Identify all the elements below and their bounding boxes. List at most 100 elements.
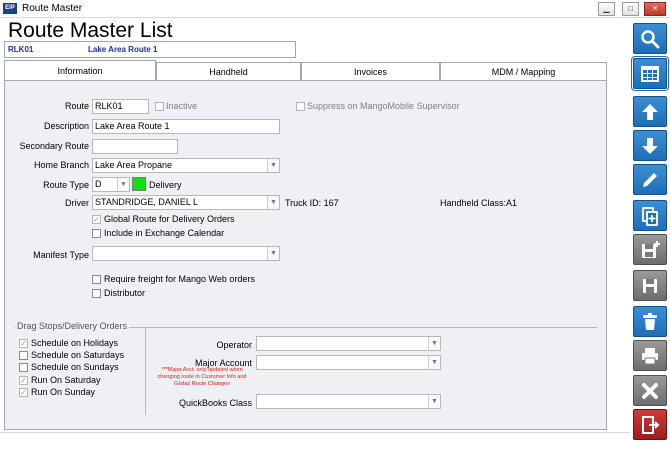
print-button[interactable]: [633, 340, 667, 371]
header-route-name: Lake Area Route 1: [88, 45, 158, 54]
global-route-label: Global Route for Delivery Orders: [104, 214, 235, 224]
home-branch-select[interactable]: Lake Area Propane ▼: [92, 158, 280, 173]
home-branch-value: Lake Area Propane: [95, 160, 173, 170]
tab-bar: Information Handheld Invoices MDM / Mapp…: [4, 60, 607, 80]
close-icon: ✕: [651, 4, 659, 13]
chevron-down-icon[interactable]: ▼: [428, 356, 440, 369]
x-icon: [642, 382, 658, 399]
description-input[interactable]: Lake Area Route 1: [92, 119, 280, 134]
tab-information[interactable]: Information: [4, 60, 156, 80]
save-new-button[interactable]: [633, 234, 667, 265]
maximize-icon: □: [628, 4, 633, 13]
quickbooks-class-select[interactable]: ▼: [256, 394, 441, 409]
suppress-label: Suppress on MangoMobile Supervisor: [307, 101, 460, 111]
run-sunday-label: Run On Sunday: [31, 387, 96, 397]
grid-icon: [641, 65, 659, 82]
chevron-down-icon[interactable]: ▼: [428, 337, 440, 350]
action-toolbar: [630, 20, 670, 449]
window-title: Route Master: [22, 3, 83, 14]
quickbooks-class-label: QuickBooks Class: [178, 398, 252, 408]
group-vertical-divider: [145, 327, 146, 415]
driver-value: STANDRIDGE, DANIEL L: [95, 197, 199, 207]
status-bar: [0, 432, 630, 449]
exchange-calendar-checkbox[interactable]: [92, 229, 101, 238]
route-type-select[interactable]: D ▼: [92, 177, 130, 192]
schedule-saturdays-checkbox[interactable]: [19, 351, 28, 360]
previous-button[interactable]: [633, 96, 667, 127]
chevron-down-icon[interactable]: ▼: [267, 159, 279, 172]
search-icon: [641, 29, 660, 48]
manifest-type-label: Manifest Type: [33, 250, 89, 260]
search-button[interactable]: [633, 23, 667, 54]
save-button[interactable]: [633, 270, 667, 301]
copy-button[interactable]: [633, 200, 667, 231]
app-logo-icon: EIP: [3, 3, 17, 14]
inactive-checkbox[interactable]: [155, 102, 164, 111]
minimize-button[interactable]: ▁: [598, 2, 615, 16]
tab-handheld[interactable]: Handheld: [156, 62, 301, 80]
route-label: Route: [64, 101, 89, 111]
distributor-checkbox[interactable]: [92, 289, 101, 298]
copy-icon: [642, 206, 658, 226]
maximize-button[interactable]: □: [622, 2, 639, 16]
exit-icon: [642, 415, 660, 434]
truck-id: Truck ID: 167: [285, 198, 339, 208]
chevron-down-icon[interactable]: ▼: [267, 247, 279, 260]
inactive-label: Inactive: [166, 101, 198, 111]
driver-select[interactable]: STANDRIDGE, DANIEL L ▼: [92, 195, 280, 210]
save-new-icon: [642, 240, 660, 258]
distributor-label: Distributor: [104, 288, 146, 298]
handheld-class: Handheld Class:A1: [440, 198, 518, 208]
arrow-down-icon: [642, 137, 658, 154]
home-branch-label: Home Branch: [33, 160, 89, 170]
drag-stops-title: Drag Stops/Delivery Orders: [15, 321, 130, 331]
schedule-holidays-label: Schedule on Holidays: [31, 338, 119, 348]
minimize-icon: ▁: [603, 4, 610, 13]
grid-view-button[interactable]: [633, 58, 667, 89]
manifest-type-select[interactable]: ▼: [92, 246, 280, 261]
edit-button[interactable]: [633, 164, 667, 195]
close-window-button[interactable]: ✕: [644, 2, 666, 16]
chevron-down-icon[interactable]: ▼: [117, 178, 129, 191]
page-title: Route Master List: [8, 19, 173, 42]
description-label: Description: [43, 121, 89, 131]
printer-icon: [642, 347, 658, 364]
route-type-description: Delivery: [149, 180, 182, 190]
next-button[interactable]: [633, 130, 667, 161]
chevron-down-icon[interactable]: ▼: [428, 395, 440, 408]
require-freight-checkbox[interactable]: [92, 275, 101, 284]
route-type-color-swatch: [132, 177, 146, 191]
route-type-value: D: [95, 179, 102, 189]
global-route-checkbox[interactable]: ✓: [92, 215, 101, 224]
header-route-code: RLK01: [8, 45, 34, 54]
pencil-icon: [643, 172, 657, 187]
schedule-sundays-checkbox[interactable]: [19, 363, 28, 372]
major-account-select[interactable]: ▼: [256, 355, 441, 370]
tab-invoices[interactable]: Invoices: [301, 62, 440, 80]
suppress-checkbox[interactable]: [296, 102, 305, 111]
operator-label: Operator: [216, 340, 252, 350]
operator-select[interactable]: ▼: [256, 336, 441, 351]
record-header: RLK01 Lake Area Route 1: [4, 41, 296, 58]
schedule-saturdays-label: Schedule on Saturdays: [31, 350, 125, 360]
major-account-note: ***Major Acct. only updated when changin…: [157, 367, 247, 387]
exit-button[interactable]: [633, 409, 667, 440]
secondary-route-label: Secondary Route: [19, 141, 89, 151]
schedule-sundays-label: Schedule on Sundays: [31, 362, 119, 372]
schedule-holidays-checkbox[interactable]: ✓: [19, 339, 28, 348]
run-saturday-label: Run On Saturday: [31, 375, 101, 385]
arrow-up-icon: [642, 103, 658, 120]
secondary-route-input[interactable]: [92, 139, 178, 154]
trash-icon: [643, 312, 657, 330]
run-saturday-checkbox[interactable]: ✓: [19, 376, 28, 385]
delete-button[interactable]: [633, 306, 667, 337]
run-sunday-checkbox[interactable]: ✓: [19, 388, 28, 397]
driver-label: Driver: [65, 198, 89, 208]
tab-mdm-mapping[interactable]: MDM / Mapping: [440, 62, 607, 80]
chevron-down-icon[interactable]: ▼: [267, 196, 279, 209]
route-input[interactable]: RLK01: [92, 99, 149, 114]
require-freight-label: Require freight for Mango Web orders: [104, 274, 255, 284]
window-titlebar: EIP Route Master ▁ □ ✕: [0, 0, 670, 18]
cancel-button[interactable]: [633, 375, 667, 406]
exchange-calendar-label: Include in Exchange Calendar: [104, 228, 225, 238]
